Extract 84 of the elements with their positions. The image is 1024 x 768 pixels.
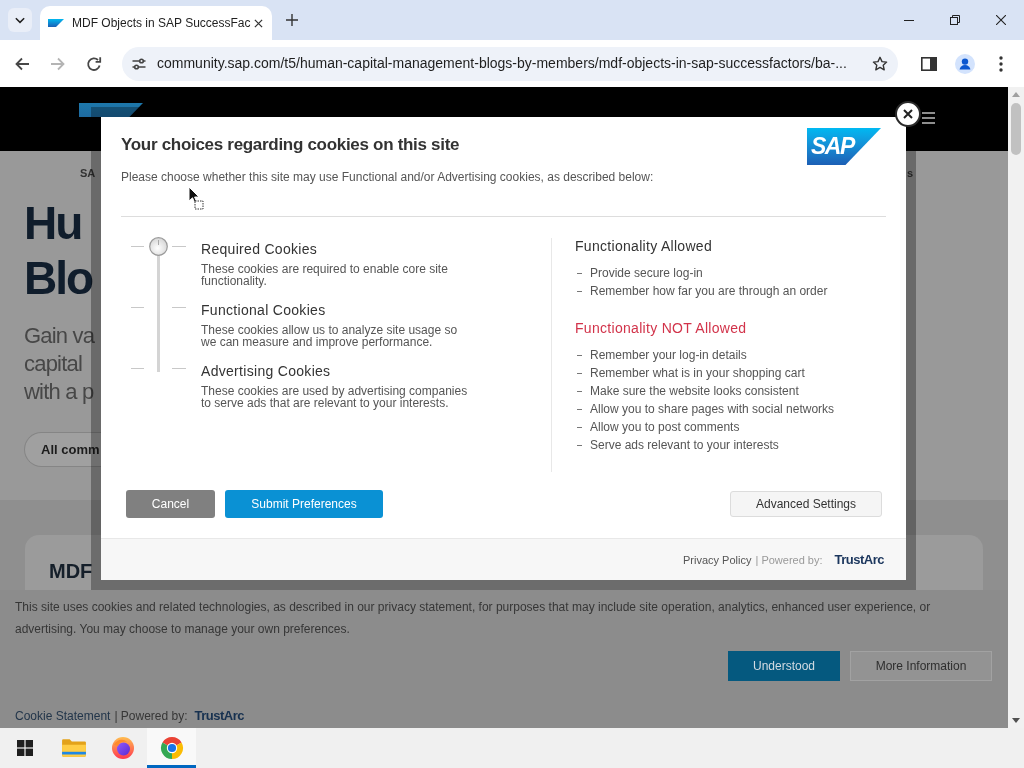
mouse-pointer-icon (188, 186, 204, 210)
nav-link[interactable]: SA (80, 165, 96, 181)
permission-item: Remember your log-in details (590, 347, 747, 363)
start-icon[interactable] (16, 740, 33, 756)
tab-list-button[interactable] (8, 8, 32, 32)
tick-mark (131, 307, 144, 308)
brand-logo: TrustArc (834, 552, 884, 567)
slider-thumb[interactable] (149, 237, 168, 256)
minimize-icon[interactable] (904, 19, 914, 21)
dialog-intro: Please choose whether this site may use Functional and/or Advertising cookies, as described below: (121, 169, 654, 185)
cookie-level-description: These cookies are required to enable core site functionality. (201, 263, 449, 287)
dialog-title: Your choices regarding cookies on this site (121, 134, 460, 156)
page-heading: Blo (24, 251, 93, 306)
close-icon[interactable] (996, 15, 1006, 25)
understood-button[interactable]: Understood (728, 651, 840, 681)
permission-item: Make sure the website looks consistent (590, 383, 799, 399)
tick-mark (172, 307, 186, 308)
sliders-icon[interactable] (131, 55, 147, 72)
back-arrow-icon[interactable] (14, 55, 30, 72)
scrollbar-thumb[interactable] (1011, 103, 1021, 155)
dash-icon (577, 272, 582, 274)
permission-item: Allow you to post comments (590, 419, 740, 435)
permission-item: Allow you to share pages with social networks (590, 401, 835, 417)
intro-text: capital (24, 350, 82, 378)
cookie-level-title: Functional Cookies (201, 302, 326, 318)
tick-mark (172, 246, 186, 247)
tick-mark (131, 246, 144, 247)
close-tab-icon[interactable] (254, 18, 263, 28)
address-bar[interactable]: community.sap.com/t5/human-capital-management-blogs-by-members/mdf-objects-in-sap-successfactors/ba-... (122, 46, 898, 81)
tick-mark (172, 368, 186, 369)
chevron-down-icon (15, 16, 25, 24)
intro-text: Gain va (24, 322, 95, 350)
logo: SAP (807, 128, 881, 165)
logo-icon (79, 103, 143, 117)
intro-text: with a p (24, 378, 94, 406)
tick-mark (131, 368, 144, 369)
card-title: MDF (49, 559, 93, 583)
dash-icon (577, 372, 582, 374)
dash-icon (577, 354, 582, 356)
dash-icon (577, 444, 582, 446)
advanced-settings-button[interactable]: Advanced Settings (730, 491, 882, 517)
dash-icon (577, 426, 582, 428)
scrollbar[interactable] (1008, 87, 1024, 728)
cookie-statement-link[interactable]: Cookie Statement (15, 708, 111, 724)
permission-heading: Functionality NOT Allowed (575, 320, 747, 336)
scroll-down-arrow-icon[interactable] (1012, 718, 1020, 723)
reload-icon[interactable] (86, 55, 102, 72)
dash-icon (577, 290, 582, 292)
new-tab-plus-icon[interactable] (286, 14, 298, 26)
submit-button[interactable]: Submit Preferences (225, 490, 383, 518)
powered-by-label: | Powered by: (114, 708, 188, 724)
permission-item: Serve ads relevant to your interests (590, 437, 779, 453)
cookie-level-title: Required Cookies (201, 241, 318, 257)
cancel-button[interactable]: Cancel (126, 490, 215, 518)
filter-button[interactable]: All comm (24, 432, 101, 467)
page-heading: Hu (24, 196, 82, 251)
brand-logo: TrustArc (194, 708, 244, 724)
taskbar-button[interactable] (147, 728, 196, 768)
site-favicon-icon (48, 19, 64, 27)
profile-avatar-icon[interactable] (955, 53, 975, 74)
cookie-level-description: These cookies allow us to analyze site usage so we can measure and improve performance. (201, 324, 459, 348)
chrome-icon (159, 736, 184, 760)
side-panel-icon[interactable] (921, 56, 937, 71)
dash-icon (577, 408, 582, 410)
menu-icon[interactable] (922, 112, 935, 124)
firefox-icon (110, 736, 135, 760)
nav-link[interactable]: s (906, 165, 913, 181)
cookie-level-title: Advertising Cookies (201, 363, 331, 379)
browser-tab[interactable]: MDF Objects in SAP SuccessFac (40, 6, 272, 40)
star-icon[interactable] (872, 55, 888, 72)
permission-item: Provide secure log-in (590, 265, 703, 281)
restore-icon[interactable] (950, 15, 960, 25)
privacy-policy-link[interactable]: Privacy Policy (683, 552, 752, 567)
close-icon (903, 109, 913, 119)
more-menu-icon[interactable] (999, 55, 1003, 72)
more-information-button[interactable]: More Information (850, 651, 992, 681)
banner-text: This site uses cookies and related technologies, as described in our privacy statement, for purposes that may include site operation, analytics, enhanced user experience, or advertising. You may choose to manage your own preferences. (15, 599, 932, 638)
powered-by-label: | Powered by: (755, 552, 823, 567)
dash-icon (577, 390, 582, 392)
permission-item: Remember what is in your shopping cart (590, 365, 805, 381)
permission-item: Remember how far you are through an order (590, 283, 828, 299)
permission-heading: Functionality Allowed (575, 238, 713, 254)
cookie-level-description: These cookies are used by advertising companies to serve ads that are relevant to your interests. (201, 385, 469, 409)
folder-icon (60, 737, 87, 759)
